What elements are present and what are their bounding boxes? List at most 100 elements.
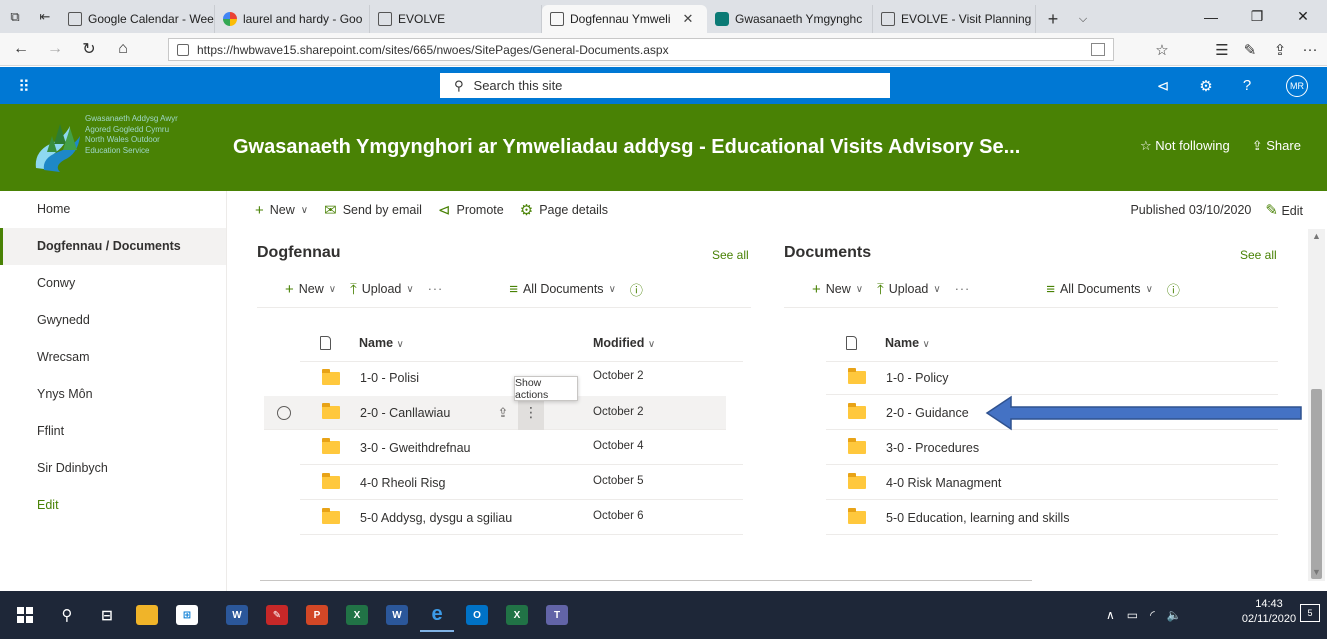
folder-name[interactable]: 3-0 - Procedures [886,441,979,455]
forward-icon[interactable]: → [38,33,72,66]
vertical-scrollbar[interactable]: ▲ ▼ [1308,229,1325,581]
refresh-icon[interactable]: ↻ [72,33,106,66]
more-actions-button[interactable]: ··· [955,282,971,296]
site-logo[interactable]: Gwasanaeth Addysg Awyr Agored Gogledd Cy… [30,114,210,178]
share-icon[interactable]: ⇪ [488,405,518,421]
tab-dogfennau[interactable]: Dogfennau Ymweli ✕ [542,5,707,33]
view-selector[interactable]: ≡ All Documents ∨ [509,281,616,298]
tab-evolve[interactable]: EVOLVE [370,5,542,33]
reading-view-icon[interactable] [1091,43,1105,56]
search-icon[interactable]: ⚲ [50,598,84,632]
restore-icon[interactable]: ❐ [1234,0,1280,33]
column-header-name[interactable]: Name ∨ [359,336,404,350]
favorites-list-icon[interactable]: ☰ [1208,33,1236,66]
info-icon[interactable]: ⓘ [630,280,643,299]
teams-icon[interactable]: T [540,598,574,632]
wifi-icon[interactable]: ◜ [1150,608,1155,622]
tab-google-search[interactable]: laurel and hardy - Goo [215,5,370,33]
site-title[interactable]: Gwasanaeth Ymgynghori ar Ymweliadau addy… [233,136,1073,159]
windows-start-icon[interactable] [8,598,42,632]
scrollbar-thumb[interactable] [1311,389,1322,579]
feedback-megaphone-icon[interactable]: ⊲ [1146,67,1180,104]
scroll-down-icon[interactable]: ▼ [1312,567,1321,577]
outlook-icon[interactable]: O [460,598,494,632]
library-upload-button[interactable]: ⤒ Upload ∨ [877,281,941,298]
pdf-editor-icon[interactable]: ✎ [260,598,294,632]
view-selector[interactable]: ≡ All Documents ∨ [1046,281,1153,298]
folder-name[interactable]: 4-0 Risk Managment [886,476,1001,490]
nav-item-conwy[interactable]: Conwy [0,265,226,302]
network-icon[interactable]: ▭ [1127,608,1138,622]
folder-name[interactable]: 5-0 Education, learning and skills [886,511,1069,525]
new-tab-button[interactable]: + [1036,5,1070,33]
folder-name[interactable]: 4-0 Rheoli Risg [360,476,445,490]
excel-icon[interactable]: X [340,598,374,632]
favorite-star-icon[interactable]: ☆ [1148,33,1176,66]
url-field[interactable]: https://hwbwave15.sharepoint.com/sites/6… [168,38,1114,61]
promote-button[interactable]: ⊲ Promote [438,201,504,219]
list-item[interactable]: 3-0 - Gweithdrefnau [300,431,743,465]
close-window-icon[interactable]: ✕ [1280,0,1326,33]
settings-more-icon[interactable]: ··· [1296,33,1324,66]
follow-button[interactable]: ☆ Not following [1140,138,1230,154]
task-view-icon[interactable]: ⊟ [90,598,124,632]
tab-list-chevron-icon[interactable]: ⌵ [1070,5,1096,33]
gear-icon[interactable]: ⚙ [1189,67,1223,104]
help-icon[interactable]: ? [1230,67,1264,104]
list-item[interactable]: 4-0 Rheoli Risg [300,466,743,500]
nav-item-ynys-mon[interactable]: Ynys Môn [0,376,226,413]
tab-google-calendar[interactable]: Google Calendar - Wee [60,5,215,33]
list-item[interactable]: 3-0 - Procedures [826,431,1278,465]
excel-icon[interactable]: X [500,598,534,632]
file-explorer-icon[interactable] [130,598,164,632]
tab-actions-icon[interactable]: ⧉ [0,0,30,33]
library-title-dogfennau[interactable]: Dogfennau [257,244,341,262]
clock[interactable]: 14:43 02/11/2020 [1240,597,1298,627]
close-tab-icon[interactable]: ✕ [683,11,694,27]
new-button[interactable]: + New ∨ [255,202,308,219]
minimize-icon[interactable]: — [1188,0,1234,33]
list-item[interactable]: 5-0 Education, learning and skills [826,501,1278,535]
avatar[interactable]: MR [1286,75,1308,97]
chevron-up-icon[interactable]: ∧ [1106,608,1115,622]
app-launcher-icon[interactable]: ⠿ [18,77,31,97]
volume-icon[interactable]: 🔈 [1167,608,1182,622]
back-icon[interactable]: ← [4,33,38,66]
info-icon[interactable]: ⓘ [1167,280,1180,299]
set-tabs-aside-icon[interactable]: ⇤ [30,0,60,33]
horizontal-scrollbar[interactable] [260,580,1032,581]
list-item[interactable]: 1-0 - Policy [826,361,1278,395]
library-title-documents[interactable]: Documents [784,244,871,262]
notifications-icon[interactable]: 5 [1300,604,1320,622]
more-actions-button[interactable]: ··· [428,282,444,296]
column-header-modified[interactable]: Modified ∨ [593,336,655,350]
nav-item-documents[interactable]: Dogfennau / Documents [0,228,226,265]
folder-name[interactable]: 1-0 - Policy [886,371,949,385]
nav-item-home[interactable]: Home [0,191,226,228]
column-header-name[interactable]: Name ∨ [885,336,930,350]
send-by-email-button[interactable]: ✉ Send by email [324,201,422,219]
page-details-button[interactable]: ⚙ Page details [520,201,608,219]
word-icon[interactable]: W [380,598,414,632]
edge-browser-icon[interactable]: e [420,598,454,632]
see-all-link[interactable]: See all [1240,248,1277,262]
tab-gwasanaeth[interactable]: Gwasanaeth Ymgynghc [707,5,873,33]
edit-page-button[interactable]: ✎ Edit [1265,201,1303,219]
folder-name[interactable]: 1-0 - Polisi [360,371,419,385]
word-icon[interactable]: W [220,598,254,632]
tab-evolve-visit-planning[interactable]: EVOLVE - Visit Planning [873,5,1036,33]
library-upload-button[interactable]: ⤒ Upload ∨ [350,281,414,298]
nav-item-wrecsam[interactable]: Wrecsam [0,339,226,376]
row-select-radio[interactable] [277,405,291,420]
folder-name[interactable]: 2-0 - Canllawiau [360,406,488,420]
share-button[interactable]: ⇪ Share [1252,138,1301,154]
folder-name[interactable]: 5-0 Addysg, dysgu a sgiliau [360,511,512,525]
list-item[interactable]: 5-0 Addysg, dysgu a sgiliau [300,501,743,535]
list-item-hovered[interactable]: 2-0 - Canllawiau ⇪ ⋮ [264,395,726,430]
nav-item-sir-ddinbych[interactable]: Sir Ddinbych [0,450,226,487]
home-icon[interactable]: ⌂ [106,33,140,66]
folder-name[interactable]: 2-0 - Guidance [886,406,969,420]
powerpoint-icon[interactable]: P [300,598,334,632]
store-icon[interactable]: ⊞ [170,598,204,632]
library-new-button[interactable]: + New ∨ [812,281,863,298]
